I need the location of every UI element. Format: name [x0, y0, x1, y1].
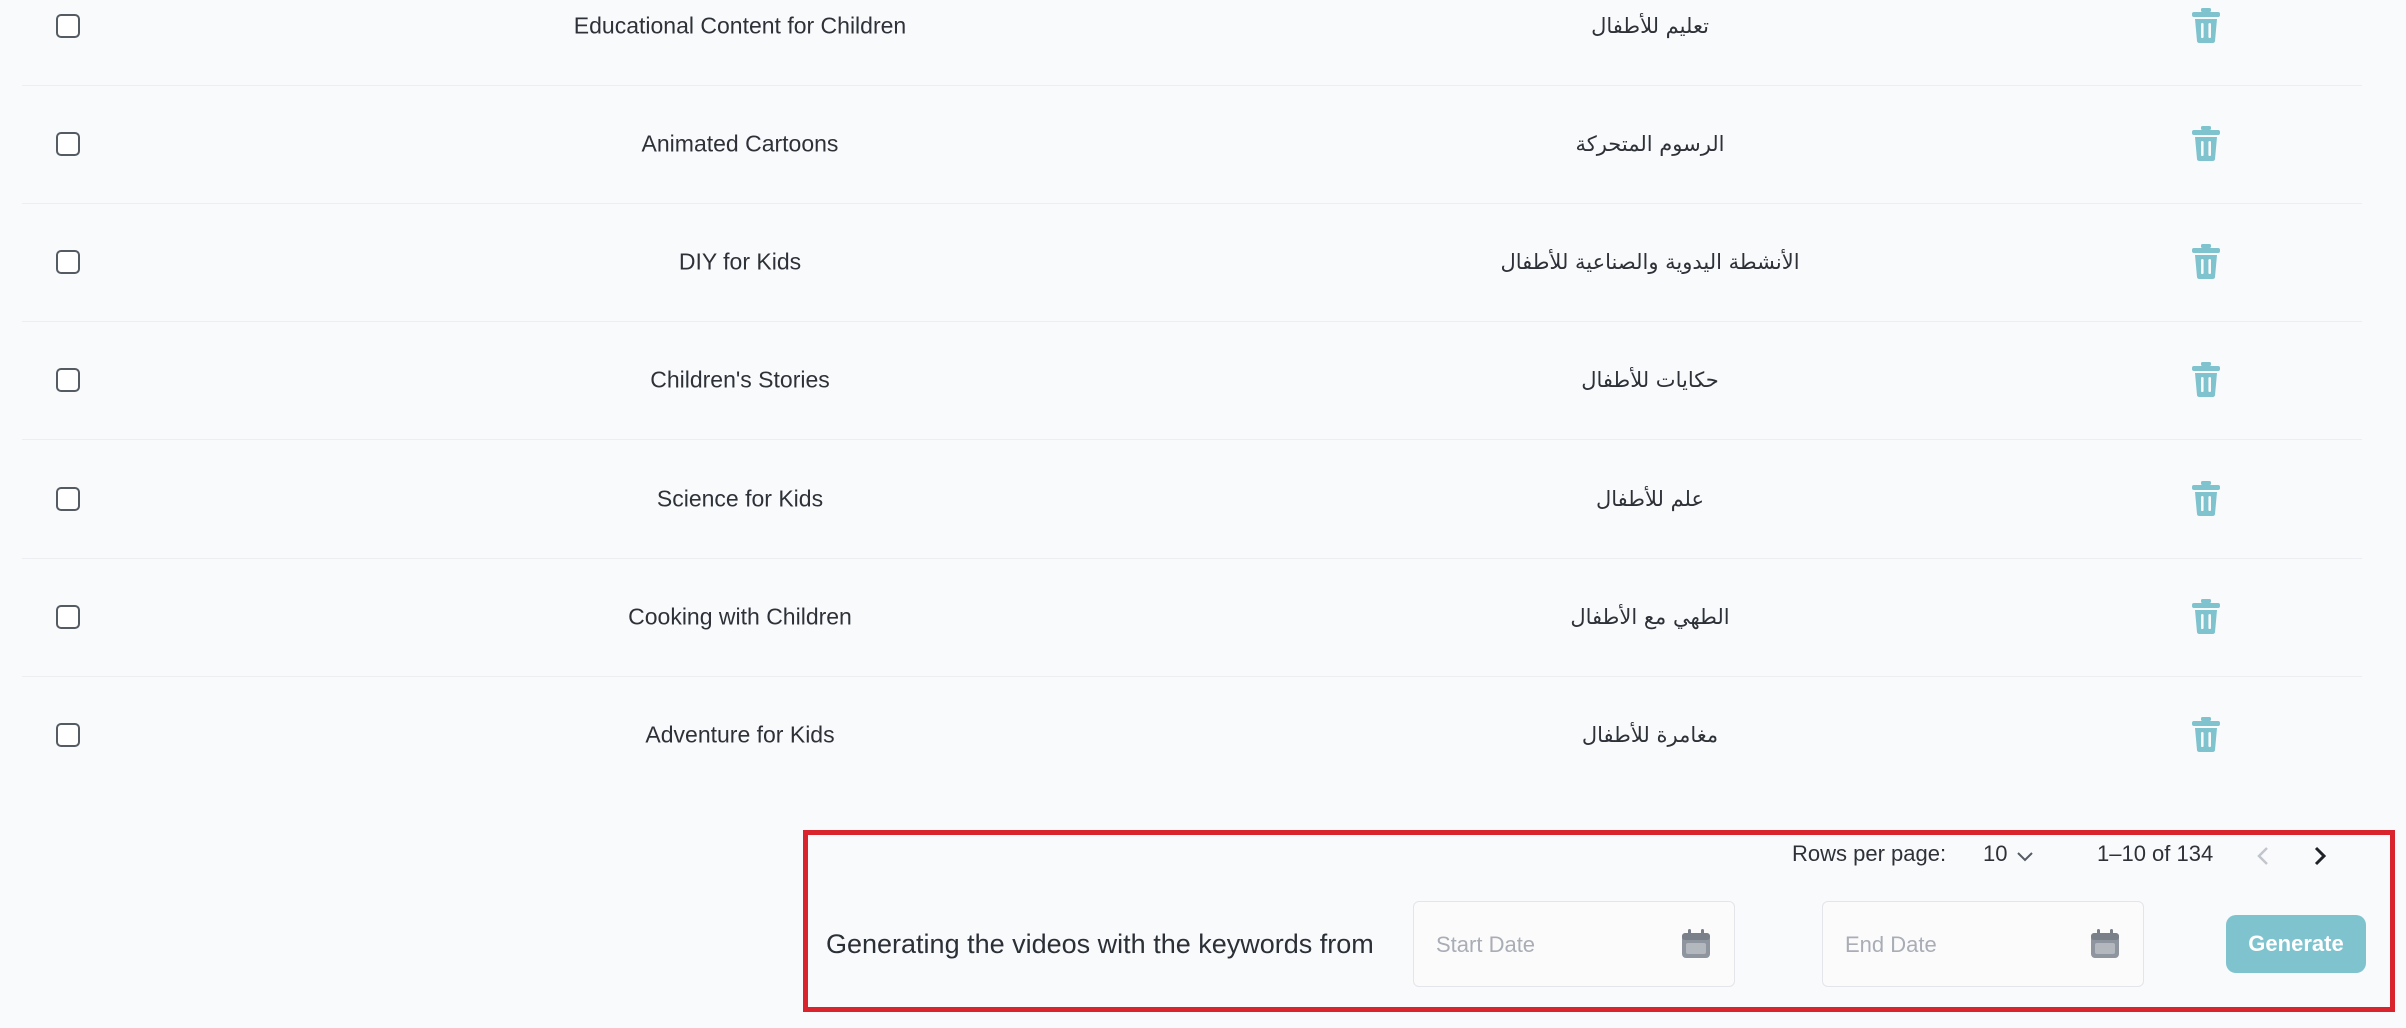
- trash-icon[interactable]: [2190, 599, 2222, 635]
- trash-icon[interactable]: [2190, 481, 2222, 517]
- keyword-arabic: الطهي مع الأطفال: [1570, 605, 1730, 629]
- generate-description: Generating the videos with the keywords …: [826, 929, 1374, 959]
- trash-icon[interactable]: [2190, 362, 2222, 398]
- keyword-arabic: تعليم للأطفال: [1591, 14, 1709, 38]
- row-checkbox[interactable]: [56, 487, 80, 511]
- table-row: DIY for Kids الأنشطة اليدوية والصناعية ل…: [22, 203, 2362, 322]
- end-date-field[interactable]: [1822, 901, 2144, 988]
- table-row: Adventure for Kids مغامرة للأطفال: [22, 676, 2362, 794]
- keyword-arabic: حكايات للأطفال: [1581, 368, 1719, 392]
- row-checkbox[interactable]: [56, 250, 80, 274]
- table-row: Cooking with Children الطهي مع الأطفال: [22, 558, 2362, 677]
- keyword-arabic: مغامرة للأطفال: [1581, 723, 1719, 747]
- trash-icon[interactable]: [2190, 244, 2222, 280]
- table-row: Children's Stories حكايات للأطفال: [22, 321, 2362, 440]
- keyword-english: Educational Content for Children: [573, 12, 907, 39]
- rows-per-page-select[interactable]: 10: [1983, 841, 2007, 867]
- start-date-field[interactable]: [1413, 901, 1735, 988]
- table-row: Animated Cartoons الرسوم المتحركة: [22, 85, 2362, 204]
- start-date-input[interactable]: [1434, 902, 1658, 988]
- row-checkbox[interactable]: [56, 368, 80, 392]
- trash-icon[interactable]: [2190, 8, 2222, 44]
- keyword-english: Science for Kids: [656, 485, 824, 512]
- row-checkbox[interactable]: [56, 14, 80, 38]
- keyword-english: Adventure for Kids: [645, 721, 835, 748]
- chevron-right-icon[interactable]: [2308, 845, 2330, 867]
- keyword-english: Children's Stories: [650, 366, 830, 393]
- chevron-left-icon[interactable]: [2253, 845, 2275, 867]
- calendar-icon[interactable]: [2089, 928, 2121, 960]
- calendar-icon[interactable]: [1680, 928, 1712, 960]
- keyword-arabic: علم للأطفال: [1595, 487, 1705, 511]
- row-checkbox[interactable]: [56, 605, 80, 629]
- row-checkbox[interactable]: [56, 132, 80, 156]
- keyword-arabic: الرسوم المتحركة: [1575, 132, 1725, 156]
- keyword-english: Animated Cartoons: [641, 130, 839, 157]
- page-info: 1–10 of 134: [2097, 841, 2214, 866]
- table-row: Science for Kids علم للأطفال: [22, 440, 2362, 559]
- keyword-arabic: الأنشطة اليدوية والصناعية للأطفال: [1500, 250, 1800, 274]
- trash-icon[interactable]: [2190, 126, 2222, 162]
- table-row: Educational Content for Children تعليم ل…: [22, 0, 2362, 86]
- trash-icon[interactable]: [2190, 717, 2222, 753]
- end-date-input[interactable]: [1843, 902, 2067, 988]
- row-checkbox[interactable]: [56, 723, 80, 747]
- keyword-english: DIY for Kids: [678, 248, 802, 275]
- rows-per-page-label: Rows per page:: [1792, 841, 1947, 866]
- generate-panel: Rows per page: 10 1–10 of 134 Generating…: [803, 830, 2395, 1012]
- chevron-down-icon[interactable]: [2016, 851, 2034, 863]
- generate-button[interactable]: Generate: [2226, 915, 2366, 973]
- keyword-english: Cooking with Children: [628, 603, 852, 630]
